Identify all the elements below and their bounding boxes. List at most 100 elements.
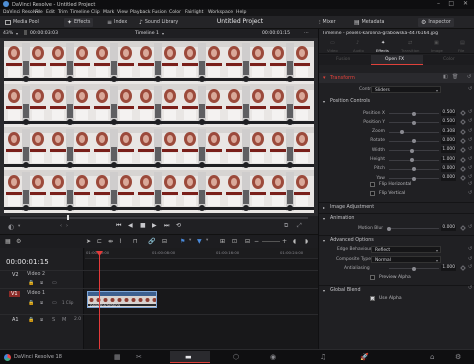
reset-icon[interactable]: ↺ [468, 285, 472, 291]
visibility-icon[interactable]: ▭ [52, 300, 57, 306]
keyframe-icon[interactable] [460, 110, 466, 116]
deliver-page-icon[interactable]: 🚀 [360, 353, 369, 361]
reset-icon[interactable]: ↺ [468, 146, 472, 152]
track-id[interactable]: V1 [9, 291, 20, 297]
layout-icon[interactable]: ▦ [5, 238, 11, 245]
motion-blur-value[interactable]: 0.000 [441, 225, 456, 231]
play-icon[interactable]: ▶ [152, 222, 157, 229]
motion-blur-slider[interactable] [387, 226, 439, 231]
slider-knob[interactable] [412, 139, 416, 144]
composite-type-select[interactable]: Normal ▾ [371, 256, 441, 263]
link-icon[interactable]: 🔗 [148, 238, 155, 245]
cut-page-icon[interactable]: ✂ [136, 353, 142, 361]
zoom-in-icon[interactable]: + [282, 238, 287, 245]
param-slider[interactable] [389, 120, 439, 125]
menu-trim[interactable]: Trim [58, 10, 68, 15]
effect-enable-icon[interactable]: ▾ [323, 75, 326, 81]
zoom-fit-icon[interactable]: ⊞ [220, 238, 225, 245]
menu-timeline[interactable]: Timeline [70, 10, 90, 15]
nudge-left-icon[interactable]: ‹ [60, 223, 62, 229]
reset-icon[interactable]: ↺ [468, 109, 472, 115]
tab-image[interactable]: Image [431, 48, 443, 53]
tab-effects[interactable]: Effects [376, 48, 389, 53]
zoom-out-icon[interactable]: − [254, 238, 259, 245]
subtab-fusion[interactable]: Fusion [336, 57, 350, 62]
color-page-icon[interactable]: ◉ [270, 353, 276, 361]
reset-icon[interactable]: ↺ [468, 165, 472, 171]
effect-toggle-icon[interactable]: ◧ [443, 74, 448, 80]
media-page-icon[interactable]: ▦ [114, 353, 121, 361]
sound-library-button[interactable]: ♪ Sound Library [136, 18, 181, 27]
param-slider[interactable] [389, 167, 439, 172]
marker-dropdown-icon[interactable]: ▾ [206, 238, 208, 243]
slider-knob[interactable] [412, 111, 416, 116]
solo-icon[interactable]: S [52, 317, 55, 323]
inspector-button[interactable]: ⚙ Inspector [418, 18, 454, 27]
fusion-page-icon[interactable]: ⬡ [233, 353, 239, 361]
slider-knob[interactable] [412, 266, 416, 271]
menu-mark[interactable]: Mark [103, 10, 114, 15]
auto-select-icon[interactable]: ⧈ [40, 317, 43, 323]
menu-view[interactable]: View [117, 10, 128, 15]
video-clip[interactable]: pexels-karolina [87, 291, 157, 308]
preview-alpha-checkbox[interactable] [370, 275, 375, 280]
param-slider[interactable] [389, 158, 439, 162]
minimize-icon[interactable]: – [437, 0, 440, 7]
close-icon[interactable]: ✕ [463, 0, 468, 7]
slider-knob[interactable] [412, 167, 416, 172]
section-animation[interactable]: ▾ Animation [319, 213, 474, 222]
project-settings-icon[interactable]: ⚙ [455, 353, 461, 361]
keyframe-icon[interactable] [460, 165, 466, 172]
timeline-playhead[interactable] [99, 252, 100, 349]
keyframe-icon[interactable] [460, 225, 466, 231]
timeline-selector[interactable]: Timeline 1 [135, 31, 159, 36]
edit-page-icon[interactable]: ▬ [185, 353, 192, 361]
media-pool-button[interactable]: Media Pool [2, 18, 42, 27]
flip-vertical-checkbox[interactable] [370, 191, 375, 196]
reset-icon[interactable]: ↺ [468, 256, 472, 262]
section-image-adjustment[interactable]: ▸ Image Adjustment [319, 202, 474, 211]
effects-tab-icon[interactable]: ✦ [381, 40, 385, 46]
home-icon[interactable]: ⌂ [430, 353, 434, 361]
param-value[interactable]: 1.000 [441, 147, 456, 154]
zoom-detail-icon[interactable]: ⊡ [232, 238, 237, 245]
reverse-play-icon[interactable]: ◀ [128, 222, 133, 229]
reset-icon[interactable]: ↺ [468, 156, 472, 162]
section-advanced-options[interactable]: ▾ Advanced Options [319, 235, 474, 244]
fairlight-page-icon[interactable]: ♫ [320, 353, 326, 361]
settings-icon[interactable]: ⚙ [16, 238, 21, 245]
param-value[interactable]: 0.308 [441, 128, 456, 135]
file-tab-icon[interactable]: ▤ [460, 40, 465, 46]
metadata-button[interactable]: ▤ Metadata [351, 18, 387, 27]
keyframe-icon[interactable] [460, 147, 466, 154]
position-lock-icon[interactable]: ⊟ [162, 238, 167, 245]
reset-icon[interactable]: ↺ [468, 246, 472, 252]
param-value[interactable]: 1.000 [441, 156, 456, 163]
zoom-custom-icon[interactable]: ⊟ [245, 238, 250, 245]
scrub-bar[interactable] [10, 217, 308, 219]
slider-knob[interactable] [412, 120, 416, 125]
menu-playback[interactable]: Playback [130, 10, 151, 15]
blade-tool-icon[interactable]: ⌇ [119, 238, 122, 245]
go-to-end-icon[interactable]: ⏭ [164, 222, 169, 230]
auto-select-icon[interactable]: ⧈ [40, 280, 43, 286]
lock-icon[interactable]: 🔒 [28, 280, 34, 286]
keyframe-icon[interactable] [460, 138, 466, 144]
loop-icon[interactable]: ⟲ [176, 222, 181, 229]
param-value[interactable]: 0.500 [441, 119, 456, 126]
reset-icon[interactable]: ↺ [468, 118, 472, 124]
audio-tab-icon[interactable]: ♪ [356, 40, 359, 46]
lock-icon[interactable]: 🔒 [28, 317, 34, 323]
antialiasing-value[interactable]: 1.000 [441, 265, 456, 271]
keyframe-icon[interactable] [460, 119, 466, 126]
menu-help[interactable]: Help [236, 10, 246, 15]
mixer-button[interactable]: ⫶ Mixer [316, 18, 339, 27]
reset-icon[interactable]: ↺ [468, 224, 472, 230]
marker-icon[interactable]: ▼ [197, 238, 202, 245]
reset-icon[interactable]: ↺ [468, 190, 472, 196]
match-frame-icon[interactable]: ⧉ [284, 222, 288, 230]
use-alpha-checkbox[interactable]: ✓ [370, 296, 375, 302]
stop-icon[interactable]: ■ [140, 222, 146, 229]
transition-tab-icon[interactable]: ⇄ [408, 40, 412, 46]
lock-icon[interactable]: 🔒 [28, 300, 34, 306]
